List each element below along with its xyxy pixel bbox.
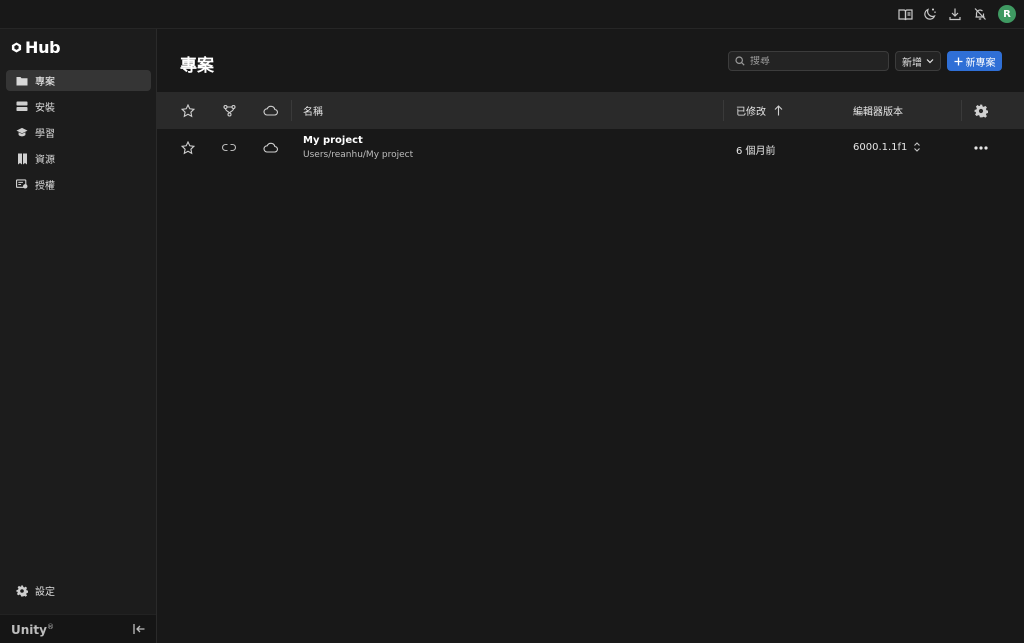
sidebar-item-resources[interactable]: 資源 <box>6 148 151 169</box>
column-separator <box>961 100 962 121</box>
link-icon[interactable] <box>222 143 236 152</box>
column-separator <box>291 100 292 121</box>
sidebar-item-licenses[interactable]: 授權 <box>6 174 151 195</box>
sidebar-item-settings[interactable]: 設定 <box>6 580 151 601</box>
modified-time: 6 個月前 <box>736 146 776 157</box>
sidebar-item-label: 授權 <box>35 181 55 192</box>
graduation-cap-icon <box>16 127 28 139</box>
column-separator <box>723 100 724 121</box>
column-header-editor-version[interactable]: 編輯器版本 <box>853 92 903 129</box>
cloud-column-icon[interactable] <box>263 92 278 129</box>
column-header-label: 已修改 <box>736 107 766 118</box>
project-path: Users/reanhu/My project <box>303 150 414 160</box>
add-dropdown[interactable]: 新增 <box>895 51 941 71</box>
gear-icon <box>16 585 28 597</box>
sidebar-item-label: 設定 <box>35 587 55 598</box>
favorite-column-star-icon[interactable] <box>181 92 195 129</box>
sidebar-item-projects[interactable]: 專案 <box>6 70 151 91</box>
hub-logo: Hub <box>11 38 61 57</box>
new-project-label: 新專案 <box>965 57 996 69</box>
column-settings-gear-icon[interactable] <box>974 92 988 129</box>
collapse-sidebar-icon[interactable] <box>133 623 146 635</box>
sidebar-footer: Unity® <box>0 614 156 643</box>
sidebar: Hub 專案 安裝 學習 資源 授權 設定 Unity® <box>0 29 157 643</box>
branch-column-icon[interactable] <box>223 92 236 129</box>
unity-brand: Unity® <box>11 623 54 637</box>
project-name[interactable]: My project <box>303 135 363 146</box>
table-header: 名稱 已修改 編輯器版本 <box>157 92 1024 129</box>
sidebar-item-label: 學習 <box>35 129 55 140</box>
folder-icon <box>16 75 28 87</box>
sidebar-item-installs[interactable]: 安裝 <box>6 96 151 117</box>
more-options-icon[interactable] <box>974 146 988 150</box>
bookmarks-icon <box>16 153 28 165</box>
sidebar-item-learn[interactable]: 學習 <box>6 122 151 143</box>
column-header-name[interactable]: 名稱 <box>303 92 323 129</box>
server-icon <box>16 101 28 113</box>
download-icon[interactable] <box>947 6 963 22</box>
license-icon <box>16 179 28 191</box>
search-input[interactable] <box>750 55 880 67</box>
sidebar-item-label: 資源 <box>35 155 55 166</box>
cloud-icon[interactable] <box>263 142 278 153</box>
sort-ascending-arrow-icon <box>774 105 783 116</box>
book-icon[interactable] <box>897 6 913 22</box>
top-bar: R <box>0 0 1024 29</box>
sidebar-item-label: 安裝 <box>35 103 55 114</box>
column-header-modified[interactable]: 已修改 <box>736 92 783 129</box>
add-dropdown-label: 新增 <box>902 57 922 69</box>
page-title: 專案 <box>180 56 214 76</box>
table-row[interactable]: My project Users/reanhu/My project 6 個月前… <box>157 129 1024 167</box>
main-content: 專案 新增 新專案 名稱 已修改 <box>157 29 1024 643</box>
sidebar-item-label: 專案 <box>35 77 55 88</box>
bell-off-icon[interactable] <box>972 6 988 22</box>
unity-logo-icon <box>11 42 22 53</box>
chevron-down-icon <box>926 58 934 64</box>
version-selector-chevron-icon[interactable] <box>913 141 921 153</box>
search-box[interactable] <box>728 51 889 71</box>
editor-version[interactable]: 6000.1.1f1 <box>853 142 907 153</box>
moon-icon[interactable] <box>922 6 938 22</box>
new-project-button[interactable]: 新專案 <box>947 51 1002 71</box>
favorite-star-icon[interactable] <box>181 141 195 155</box>
search-icon <box>735 56 745 66</box>
avatar[interactable]: R <box>998 5 1016 23</box>
logo-text: Hub <box>25 38 61 57</box>
plus-icon <box>954 57 963 66</box>
